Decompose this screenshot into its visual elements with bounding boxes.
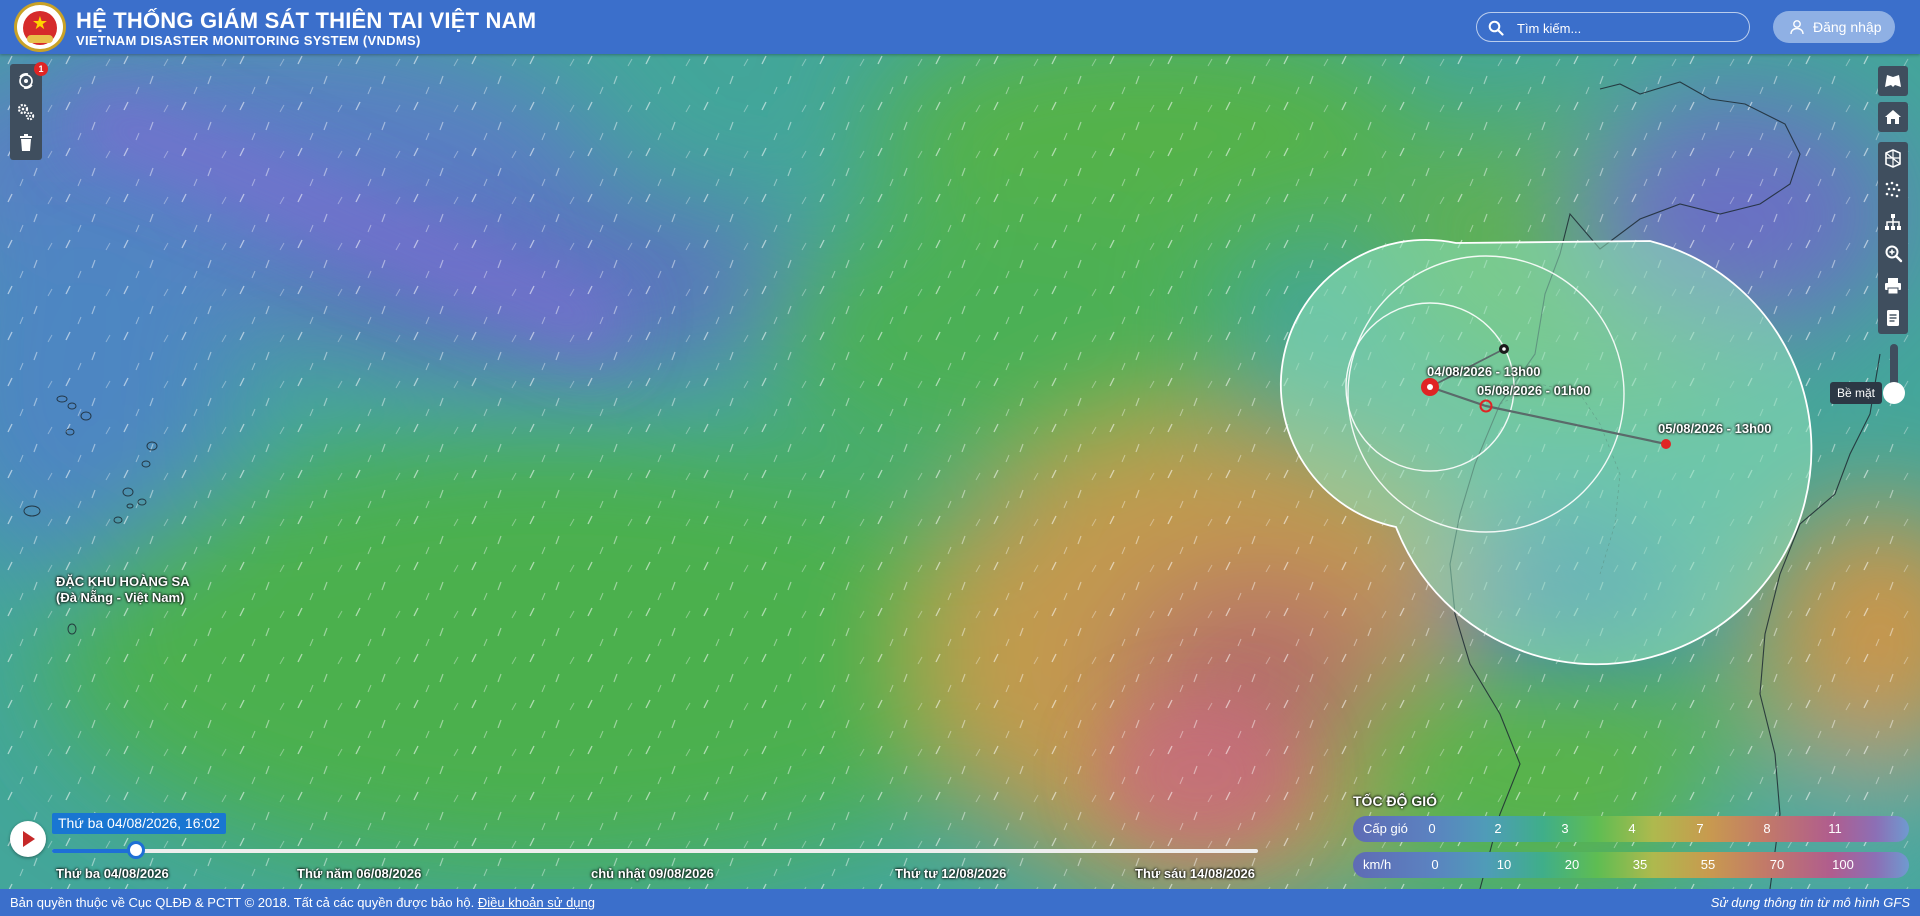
legend-row2-value: 55 (1700, 857, 1716, 872)
level-tooltip: Bề mặt (1830, 382, 1883, 404)
home-icon (1885, 110, 1901, 124)
search-box[interactable] (1476, 12, 1750, 42)
wind-speed-layer (0, 54, 1920, 889)
layers-icon (1885, 149, 1901, 168)
footer-bar: Bản quyền thuộc về Cục QLĐĐ & PCTT © 201… (0, 889, 1920, 916)
footer-left: Bản quyền thuộc về Cục QLĐĐ & PCTT © 201… (10, 895, 595, 910)
legend-title: TỐC ĐỘ GIÓ (1353, 793, 1437, 809)
storm-point-label-3[interactable]: 05/08/2026 - 13h00 (1658, 421, 1771, 437)
legend-row2-value: 70 (1769, 857, 1785, 872)
timeline-date-4[interactable]: Thứ tư 12/08/2026 (895, 866, 1006, 881)
play-icon (23, 831, 35, 847)
legend-row1-value: 4 (1628, 821, 1636, 836)
area-label-line2: (Đà Nẵng - Việt Nam) (56, 590, 185, 605)
timeline-date-2[interactable]: Thứ năm 06/08/2026 (297, 866, 421, 881)
storm-point-label-1[interactable]: 04/08/2026 - 13h00 (1427, 364, 1540, 380)
app-subtitle: VIETNAM DISASTER MONITORING SYSTEM (VNDM… (76, 33, 421, 48)
terms-link[interactable]: Điều khoản sử dụng (478, 895, 595, 910)
legend-row1-label: Cấp gió (1363, 821, 1408, 836)
zoom-icon (1885, 245, 1903, 263)
right-toolbar-home (1878, 102, 1908, 132)
level-slider-knob[interactable] (1883, 382, 1905, 404)
search-input[interactable] (1515, 18, 1739, 38)
wind-particles-icon (1885, 181, 1901, 198)
print-icon (1885, 278, 1901, 295)
storm-point-label-2[interactable]: 05/08/2026 - 01h00 (1477, 383, 1590, 399)
trash-icon (20, 134, 32, 151)
document-button[interactable] (1878, 303, 1908, 333)
right-toolbar-tools (1878, 142, 1908, 334)
right-toolbar-top (1878, 66, 1908, 96)
delete-button[interactable] (10, 128, 42, 158)
legend-row1-value: 3 (1561, 821, 1569, 836)
login-label: Đăng nhập (1813, 19, 1882, 35)
vndms-logo[interactable]: ★ (14, 2, 66, 52)
sitemap-icon (1885, 214, 1901, 230)
copyright-text: Bản quyền thuộc về Cục QLĐĐ & PCTT © 201… (10, 895, 475, 910)
login-button[interactable]: Đăng nhập (1773, 11, 1895, 43)
settings-gears-icon (17, 103, 35, 121)
legend-row2-value: 35 (1632, 857, 1648, 872)
zoom-button[interactable] (1878, 239, 1908, 269)
header-bar: ★ HỆ THỐNG GIÁM SÁT THIÊN TAI VIỆT NAM V… (0, 0, 1920, 54)
settings-button[interactable] (10, 97, 42, 127)
model-source-text: Sử dụng thông tin từ mô hình GFS (1710, 895, 1910, 910)
timeline-track[interactable] (52, 849, 1258, 853)
current-time-label: Thứ ba 04/08/2026, 16:02 (52, 813, 226, 834)
timeline-date-1[interactable]: Thứ ba 04/08/2026 (56, 866, 169, 881)
weather-map[interactable]: 04/08/2026 - 13h00 05/08/2026 - 01h00 05… (0, 54, 1920, 889)
star-icon: ★ (31, 13, 49, 34)
play-button[interactable] (10, 821, 46, 857)
document-icon (1887, 310, 1899, 326)
app-title: HỆ THỐNG GIÁM SÁT THIÊN TAI VIỆT NAM (76, 8, 537, 33)
legend-row1-value: 2 (1494, 821, 1502, 836)
typhoon-button[interactable]: 1 (10, 62, 48, 96)
timeline-date-5[interactable]: Thứ sáu 14/08/2026 (1135, 866, 1255, 881)
search-icon (1488, 20, 1504, 36)
legend-kmh-bar: km/h 0 10 20 35 55 70 100 (1353, 852, 1909, 878)
timeline-progress (52, 849, 137, 853)
map-book-button[interactable] (1878, 66, 1908, 96)
notification-badge: 1 (34, 62, 48, 76)
print-button[interactable] (1878, 271, 1908, 301)
legend-row1-value: 0 (1428, 821, 1436, 836)
legend-row2-value: 20 (1564, 857, 1580, 872)
home-button[interactable] (1878, 102, 1908, 132)
legend-row1-value: 7 (1696, 821, 1704, 836)
legend-row1-value: 11 (1828, 821, 1842, 836)
layers-button[interactable] (1878, 143, 1908, 173)
map-book-icon (1885, 75, 1901, 87)
legend-beaufort-bar: Cấp gió 0 2 3 4 7 8 11 (1353, 816, 1909, 842)
legend-row1-value: 8 (1763, 821, 1771, 836)
left-toolbar: 1 (10, 62, 48, 160)
sitemap-button[interactable] (1878, 207, 1908, 237)
legend-row2-label: km/h (1363, 857, 1392, 872)
timeline-date-3[interactable]: chủ nhật 09/08/2026 (591, 866, 714, 881)
legend-row2-value: 0 (1431, 857, 1439, 872)
user-icon (1790, 20, 1804, 35)
legend-row2-value: 100 (1832, 857, 1854, 872)
area-label-line1: ĐẶC KHU HOÀNG SA (56, 574, 190, 589)
area-label: ĐẶC KHU HOÀNG SA (Đà Nẵng - Việt Nam) (56, 574, 190, 606)
legend-row2-value: 10 (1496, 857, 1512, 872)
wind-particles-button[interactable] (1878, 175, 1908, 205)
